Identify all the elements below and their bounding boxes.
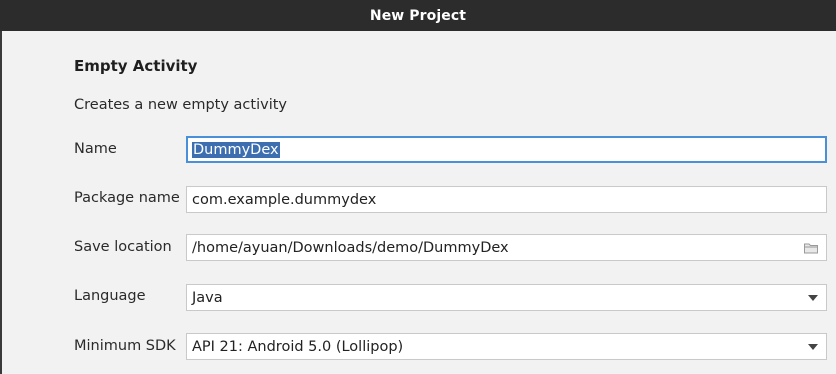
- save-location-label: Save location: [74, 239, 172, 255]
- name-label: Name: [74, 141, 117, 157]
- language-label: Language: [74, 288, 146, 304]
- minimum-sdk-select[interactable]: API 21: Android 5.0 (Lollipop): [186, 333, 827, 360]
- chevron-down-icon[interactable]: [808, 294, 818, 301]
- package-name-label: Package name: [74, 190, 180, 206]
- new-project-dialog: New Project Empty Activity Creates a new…: [0, 0, 836, 374]
- template-description: Creates a new empty activity: [74, 97, 287, 113]
- name-input-value: DummyDex: [192, 141, 280, 158]
- minimum-sdk-select-value: API 21: Android 5.0 (Lollipop): [192, 338, 404, 355]
- dialog-titlebar[interactable]: New Project: [0, 0, 836, 31]
- package-name-input[interactable]: com.example.dummydex: [186, 186, 827, 213]
- package-name-input-value: com.example.dummydex: [192, 191, 377, 208]
- template-heading: Empty Activity: [74, 57, 198, 75]
- save-location-input-value: /home/ayuan/Downloads/demo/DummyDex: [192, 239, 509, 256]
- minimum-sdk-label: Minimum SDK: [74, 338, 176, 354]
- folder-icon[interactable]: [804, 242, 818, 253]
- name-input[interactable]: DummyDex: [186, 136, 827, 163]
- dialog-title: New Project: [369, 7, 467, 24]
- chevron-down-icon[interactable]: [808, 343, 818, 350]
- left-border: [0, 31, 2, 374]
- language-select[interactable]: Java: [186, 284, 827, 311]
- save-location-input[interactable]: /home/ayuan/Downloads/demo/DummyDex: [186, 234, 827, 261]
- language-select-value: Java: [192, 289, 223, 306]
